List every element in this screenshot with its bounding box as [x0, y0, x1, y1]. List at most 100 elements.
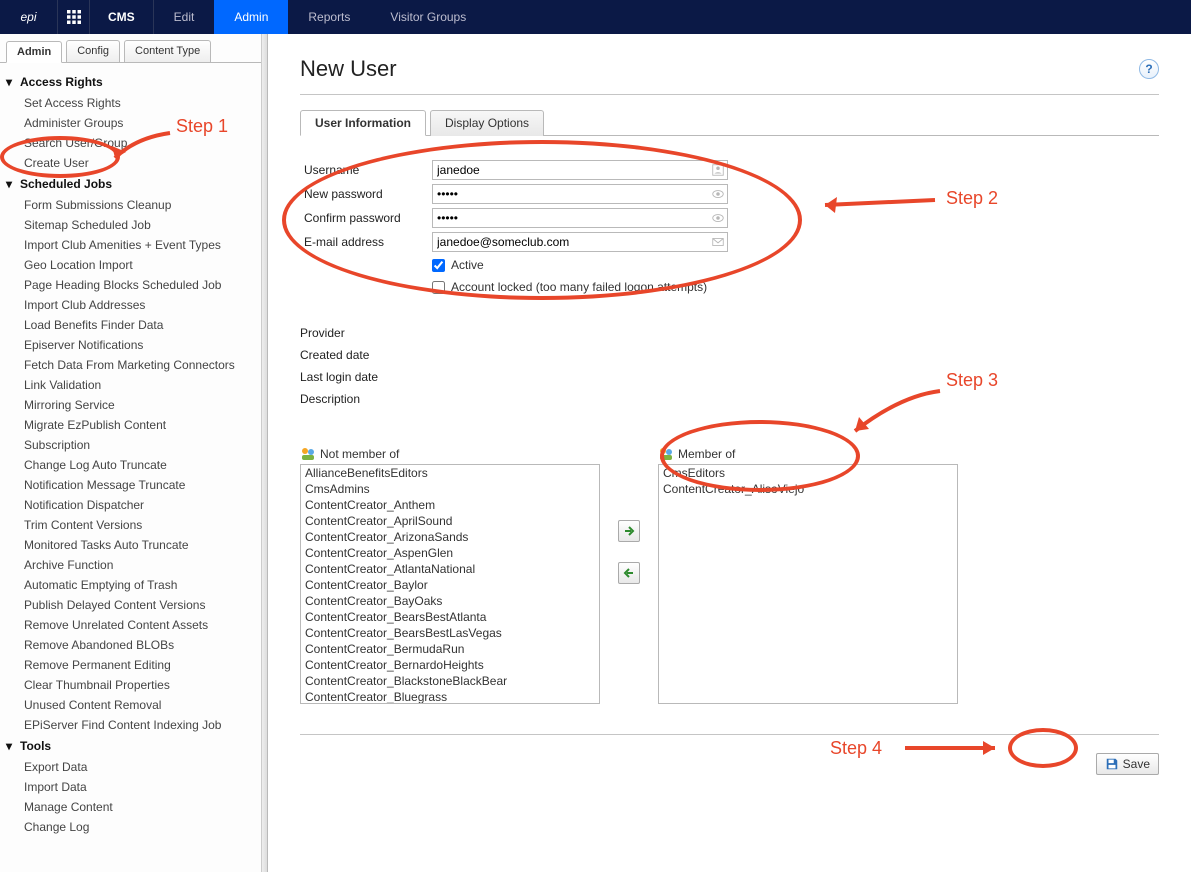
save-disk-icon — [1105, 757, 1119, 771]
tree-item[interactable]: Notification Message Truncate — [6, 475, 267, 495]
tree-item[interactable]: Administer Groups — [6, 113, 267, 133]
tree-item[interactable]: Automatic Emptying of Trash — [6, 575, 267, 595]
username-input[interactable] — [432, 160, 728, 180]
arrow-right-icon — [623, 525, 635, 537]
tree-item[interactable]: Create User — [6, 153, 267, 173]
email-label: E-mail address — [304, 235, 432, 249]
tree-item[interactable]: Search User/Group — [6, 133, 267, 153]
sidebar-tab-admin[interactable]: Admin — [6, 41, 62, 63]
group-option[interactable]: CmsAdmins — [301, 481, 599, 497]
tree-item[interactable]: Sitemap Scheduled Job — [6, 215, 267, 235]
group-option[interactable]: ContentCreator_AprilSound — [301, 513, 599, 529]
password-eye-icon[interactable] — [711, 187, 725, 201]
tree-item[interactable]: Remove Unrelated Content Assets — [6, 615, 267, 635]
tree-item[interactable]: Manage Content — [6, 797, 267, 817]
tree-section-header[interactable]: ▾ Scheduled Jobs — [6, 173, 267, 195]
app-launcher-icon[interactable] — [58, 0, 90, 34]
new-password-input[interactable] — [432, 184, 728, 204]
group-option[interactable]: ContentCreator_ArizonaSands — [301, 529, 599, 545]
tree-section-header[interactable]: ▾ Access Rights — [6, 71, 267, 93]
tab-user-information[interactable]: User Information — [300, 110, 426, 136]
password-eye-icon[interactable] — [711, 211, 725, 225]
email-input[interactable] — [432, 232, 728, 252]
group-option[interactable]: ContentCreator_Bluegrass — [301, 689, 599, 704]
nav-edit[interactable]: Edit — [154, 0, 215, 34]
tree-item[interactable]: Import Data — [6, 777, 267, 797]
caret-down-icon: ▾ — [6, 75, 16, 89]
user-form: Username New password Confirm password — [304, 158, 1159, 298]
tree-item[interactable]: Clear Thumbnail Properties — [6, 675, 267, 695]
email-field-icon — [711, 235, 725, 249]
tree-item[interactable]: Episerver Notifications — [6, 335, 267, 355]
tab-display-options[interactable]: Display Options — [430, 110, 544, 136]
brand-logo: epi — [0, 0, 58, 34]
description-label: Description — [300, 388, 1159, 410]
sidebar-tab-config[interactable]: Config — [66, 40, 120, 62]
sidebar-tree: ▾ Access Rights Set Access RightsAdministe… — [0, 63, 267, 837]
active-checkbox[interactable] — [432, 259, 445, 272]
nav-admin[interactable]: Admin — [214, 0, 288, 34]
tree-section-title: Scheduled Jobs — [20, 177, 112, 191]
tree-item[interactable]: Notification Dispatcher — [6, 495, 267, 515]
remove-from-member-button[interactable] — [618, 562, 640, 584]
locked-checkbox[interactable] — [432, 281, 445, 294]
tree-item[interactable]: Change Log Auto Truncate — [6, 455, 267, 475]
tree-item[interactable]: Mirroring Service — [6, 395, 267, 415]
tree-item[interactable]: Unused Content Removal — [6, 695, 267, 715]
group-option[interactable]: ContentCreator_BayOaks — [301, 593, 599, 609]
group-option[interactable]: ContentCreator_AspenGlen — [301, 545, 599, 561]
sidebar-resize-handle[interactable] — [261, 34, 267, 872]
group-option[interactable]: ContentCreator_AtlantaNational — [301, 561, 599, 577]
tree-item[interactable]: Migrate EzPublish Content — [6, 415, 267, 435]
add-to-member-button[interactable] — [618, 520, 640, 542]
tree-item[interactable]: Change Log — [6, 817, 267, 837]
group-option[interactable]: CmsEditors — [659, 465, 957, 481]
not-member-label: Not member of — [320, 447, 399, 461]
tree-item[interactable]: Export Data — [6, 757, 267, 777]
tree-item[interactable]: Set Access Rights — [6, 93, 267, 113]
group-option[interactable]: AllianceBenefitsEditors — [301, 465, 599, 481]
tree-section-title: Access Rights — [20, 75, 103, 89]
tree-item[interactable]: Remove Permanent Editing — [6, 655, 267, 675]
user-field-icon — [711, 163, 725, 177]
page-title: New User — [300, 56, 397, 82]
group-option[interactable]: ContentCreator_AlisoViejo — [659, 481, 957, 497]
member-listbox[interactable]: CmsEditorsContentCreator_AlisoViejo — [658, 464, 958, 704]
tree-item[interactable]: Link Validation — [6, 375, 267, 395]
sidebar-tab-content-type[interactable]: Content Type — [124, 40, 211, 62]
tree-item[interactable]: EPiServer Find Content Indexing Job — [6, 715, 267, 735]
tree-section-header[interactable]: ▾Tools — [6, 735, 267, 757]
help-icon[interactable]: ? — [1139, 59, 1159, 79]
nav-reports[interactable]: Reports — [288, 0, 370, 34]
new-password-label: New password — [304, 187, 432, 201]
tree-item[interactable]: Import Club Amenities + Event Types — [6, 235, 267, 255]
group-option[interactable]: ContentCreator_Anthem — [301, 497, 599, 513]
group-option[interactable]: ContentCreator_BlackstoneBlackBear — [301, 673, 599, 689]
tree-item[interactable]: Geo Location Import — [6, 255, 267, 275]
tree-item[interactable]: Page Heading Blocks Scheduled Job — [6, 275, 267, 295]
tree-item[interactable]: Monitored Tasks Auto Truncate — [6, 535, 267, 555]
group-option[interactable]: ContentCreator_BermudaRun — [301, 641, 599, 657]
sidebar-tabs: Admin Config Content Type — [0, 34, 267, 63]
tree-item[interactable]: Archive Function — [6, 555, 267, 575]
tree-item[interactable]: Remove Abandoned BLOBs — [6, 635, 267, 655]
confirm-password-input[interactable] — [432, 208, 728, 228]
group-option[interactable]: ContentCreator_BearsBestLasVegas — [301, 625, 599, 641]
group-option[interactable]: ContentCreator_Baylor — [301, 577, 599, 593]
tree-item[interactable]: Form Submissions Cleanup — [6, 195, 267, 215]
tree-item[interactable]: Publish Delayed Content Versions — [6, 595, 267, 615]
top-navbar: epi CMS Edit Admin Reports Visitor Group… — [0, 0, 1191, 34]
not-member-listbox[interactable]: AllianceBenefitsEditorsCmsAdminsContentC… — [300, 464, 600, 704]
group-option[interactable]: ContentCreator_BernardoHeights — [301, 657, 599, 673]
users-icon — [300, 446, 316, 462]
nav-visitor-groups[interactable]: Visitor Groups — [370, 0, 486, 34]
save-button[interactable]: Save — [1096, 753, 1159, 775]
tree-item[interactable]: Fetch Data From Marketing Connectors — [6, 355, 267, 375]
caret-down-icon: ▾ — [6, 177, 16, 191]
group-option[interactable]: ContentCreator_BearsBestAtlanta — [301, 609, 599, 625]
main-panel: New User ? User Information Display Opti… — [268, 34, 1191, 872]
tree-item[interactable]: Subscription — [6, 435, 267, 455]
tree-item[interactable]: Load Benefits Finder Data — [6, 315, 267, 335]
tree-item[interactable]: Import Club Addresses — [6, 295, 267, 315]
tree-item[interactable]: Trim Content Versions — [6, 515, 267, 535]
